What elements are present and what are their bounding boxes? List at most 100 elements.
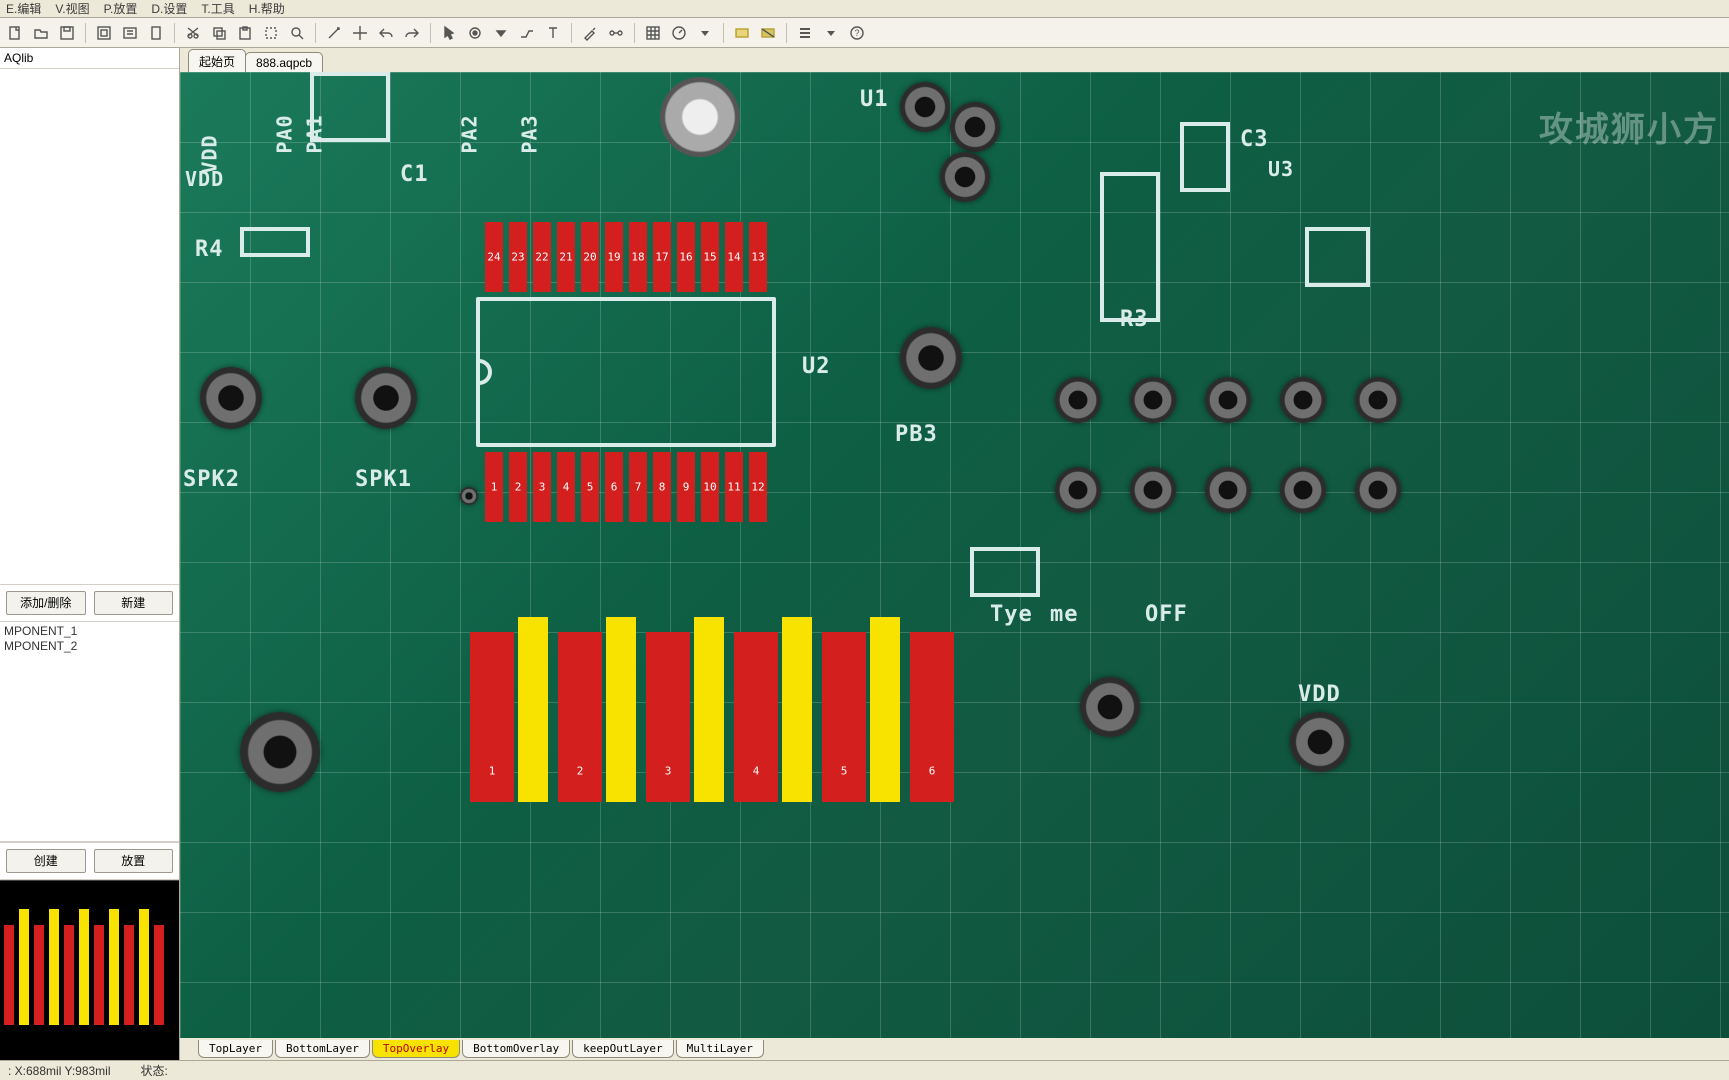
triangle-down-icon[interactable] (490, 22, 512, 44)
copy-icon[interactable] (208, 22, 230, 44)
layer-tab-BottomLayer[interactable]: BottomLayer (275, 1040, 370, 1058)
tab-1[interactable]: 888.aqpcb (245, 52, 323, 73)
dropdown-icon[interactable] (694, 22, 716, 44)
u2-pin-10[interactable]: 10 (701, 452, 719, 522)
list-item[interactable]: MPONENT_1 (4, 624, 175, 639)
svg-text:?: ? (854, 28, 859, 38)
undo-icon[interactable] (375, 22, 397, 44)
new-icon[interactable] (4, 22, 26, 44)
wand-icon[interactable] (323, 22, 345, 44)
silk-c1: C1 (400, 162, 429, 187)
u2-pin-22[interactable]: 22 (533, 222, 551, 292)
u2-pin-24[interactable]: 24 (485, 222, 503, 292)
open-icon[interactable] (30, 22, 52, 44)
save-icon[interactable] (56, 22, 78, 44)
silk-pa2: PA2 (458, 114, 482, 153)
redo-icon[interactable] (401, 22, 423, 44)
conn-pad-y-4[interactable] (782, 617, 812, 802)
u2-pin-9[interactable]: 9 (677, 452, 695, 522)
u2-pin-4[interactable]: 4 (557, 452, 575, 522)
zoom-page-icon[interactable] (145, 22, 167, 44)
sidebar: AQlib 添加/删除 新建 MPONENT_1MPONENT_2 创建 放置 (0, 48, 180, 1060)
conn-pad-6[interactable]: 6 (910, 632, 954, 802)
u2-pin-13[interactable]: 13 (749, 222, 767, 292)
u2-pin-18[interactable]: 18 (629, 222, 647, 292)
pointer-icon[interactable] (438, 22, 460, 44)
silk-spk2: SPK2 (183, 467, 240, 492)
layer-tab-TopLayer[interactable]: TopLayer (198, 1040, 273, 1058)
menu-view[interactable]: V.视图 (55, 0, 89, 17)
panel2-icon[interactable] (757, 22, 779, 44)
cut-icon[interactable] (182, 22, 204, 44)
conn-pad-3[interactable]: 3 (646, 632, 690, 802)
u2-pin-6[interactable]: 6 (605, 452, 623, 522)
net-icon[interactable] (605, 22, 627, 44)
menu-design[interactable]: D.设置 (151, 0, 187, 17)
fit-icon[interactable] (93, 22, 115, 44)
grid-toggle-icon[interactable] (642, 22, 664, 44)
conn-pad-1[interactable]: 1 (470, 632, 514, 802)
panel1-icon[interactable] (731, 22, 753, 44)
silk-vdd2: VDD (185, 167, 224, 191)
conn-pad-4[interactable]: 4 (734, 632, 778, 802)
silk-me: me (1050, 602, 1079, 627)
conn-pad-y-1[interactable] (518, 617, 548, 802)
footprint-preview (0, 880, 179, 1060)
u2-pin-12[interactable]: 12 (749, 452, 767, 522)
list-item[interactable]: MPONENT_2 (4, 639, 175, 654)
menu-edit[interactable]: E.编辑 (6, 0, 41, 17)
paste-icon[interactable] (234, 22, 256, 44)
silk-pa0: PA0 (273, 114, 297, 153)
conn-pad-2[interactable]: 2 (558, 632, 602, 802)
u2-pin-7[interactable]: 7 (629, 452, 647, 522)
component-list[interactable]: MPONENT_1MPONENT_2 (0, 622, 179, 842)
tab-0[interactable]: 起始页 (188, 49, 246, 73)
select-rect-icon[interactable] (260, 22, 282, 44)
u2-pin-21[interactable]: 21 (557, 222, 575, 292)
align-icon[interactable] (794, 22, 816, 44)
dropdown2-icon[interactable] (820, 22, 842, 44)
text-icon[interactable] (542, 22, 564, 44)
u2-pin-15[interactable]: 15 (701, 222, 719, 292)
help-icon[interactable]: ? (846, 22, 868, 44)
layer-tab-keepOutLayer[interactable]: keepOutLayer (572, 1040, 673, 1058)
crosshair-icon[interactable] (349, 22, 371, 44)
find-icon[interactable] (286, 22, 308, 44)
conn-pad-y-3[interactable] (694, 617, 724, 802)
u2-pin-2[interactable]: 2 (509, 452, 527, 522)
u2-pin-5[interactable]: 5 (581, 452, 599, 522)
u2-pin-23[interactable]: 23 (509, 222, 527, 292)
u2-pin-14[interactable]: 14 (725, 222, 743, 292)
u2-pin-16[interactable]: 16 (677, 222, 695, 292)
u2-pin-19[interactable]: 19 (605, 222, 623, 292)
create-button[interactable]: 创建 (6, 849, 86, 873)
add-remove-button[interactable]: 添加/删除 (6, 591, 86, 615)
place-button[interactable]: 放置 (94, 849, 174, 873)
measure-icon[interactable] (668, 22, 690, 44)
menu-tools[interactable]: T.工具 (201, 0, 234, 17)
u2-pin-8[interactable]: 8 (653, 452, 671, 522)
menu-place[interactable]: P.放置 (104, 0, 138, 17)
menu-help[interactable]: H.帮助 (249, 0, 285, 17)
status-bar: : X:688mil Y:983mil 状态: (0, 1060, 1729, 1080)
layer-tab-BottomOverlay[interactable]: BottomOverlay (462, 1040, 570, 1058)
u2-pin-17[interactable]: 17 (653, 222, 671, 292)
conn-pad-y-2[interactable] (606, 617, 636, 802)
route-icon[interactable] (516, 22, 538, 44)
silk-u2: U2 (802, 354, 831, 379)
pcb-canvas[interactable]: 攻城狮小方 VDD PA0 PA1 PA2 PA3 U1 C3 U3 VDD C… (180, 72, 1729, 1038)
new-button[interactable]: 新建 (94, 591, 174, 615)
circle-icon[interactable] (464, 22, 486, 44)
probe-icon[interactable] (579, 22, 601, 44)
layer-tab-MultiLayer[interactable]: MultiLayer (676, 1040, 764, 1058)
library-name: AQlib (0, 48, 179, 69)
conn-pad-y-5[interactable] (870, 617, 900, 802)
u2-pin-3[interactable]: 3 (533, 452, 551, 522)
conn-pad-5[interactable]: 5 (822, 632, 866, 802)
layer-tab-TopOverlay[interactable]: TopOverlay (372, 1040, 460, 1058)
zoom-window-icon[interactable] (119, 22, 141, 44)
silk-off: OFF (1145, 602, 1188, 627)
u2-pin-11[interactable]: 11 (725, 452, 743, 522)
u2-pin-20[interactable]: 20 (581, 222, 599, 292)
u2-pin-1[interactable]: 1 (485, 452, 503, 522)
